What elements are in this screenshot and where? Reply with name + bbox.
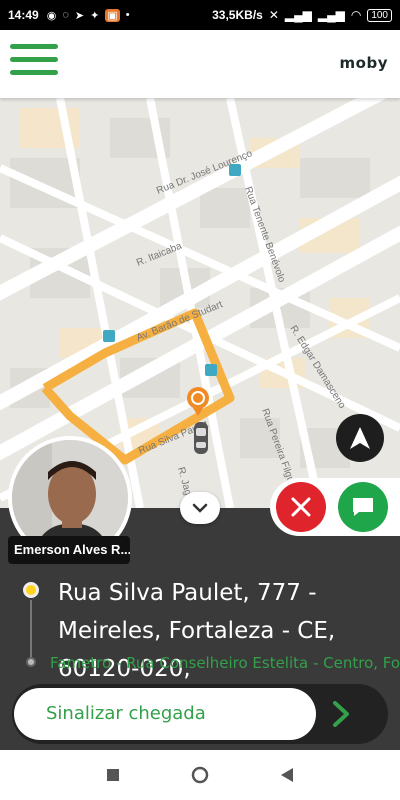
cancel-button[interactable]	[276, 482, 326, 532]
hamburger-icon[interactable]	[10, 44, 58, 84]
wifi-icon: ◠	[350, 8, 362, 22]
origin-marker	[26, 657, 36, 667]
origin-address: Fametro - Rua Conselheiro Estelita - Cen…	[50, 654, 400, 672]
navigation-arrow-icon	[350, 427, 370, 449]
app-bar: moby	[0, 30, 400, 98]
chat-icon	[353, 498, 373, 516]
driver-name: Emerson Alves R...	[8, 536, 130, 564]
location-icon: ➤	[74, 9, 85, 22]
notification-icon: ◉	[46, 9, 57, 22]
signal-icon: ▂▄▆	[284, 8, 312, 22]
close-icon	[291, 497, 311, 517]
signal-icon-2: ▂▄▆	[317, 8, 345, 22]
shield-icon: ◌	[62, 9, 69, 21]
back-icon[interactable]	[280, 767, 294, 783]
navigation-button[interactable]	[336, 414, 384, 462]
settings-icon: ✦	[90, 9, 100, 22]
logo-text: moby	[339, 54, 388, 72]
app-icon: ▣	[105, 8, 120, 22]
status-time: 14:49	[8, 8, 39, 22]
network-speed: 33,5KB/s	[212, 8, 263, 22]
system-nav-bar	[0, 750, 400, 800]
recent-apps-icon[interactable]	[106, 768, 120, 782]
battery-level: 100	[367, 8, 392, 22]
chat-button[interactable]	[338, 482, 388, 532]
app-logo: moby	[340, 54, 388, 72]
signal-arrival-button[interactable]: Sinalizar chegada	[14, 688, 316, 740]
chevron-right-icon	[333, 701, 349, 727]
status-bar: 14:49 ◉ ◌ ➤ ✦ ▣ • 33,5KB/s ✕ ▂▄▆ ▂▄▆ ◠ 1…	[0, 0, 400, 30]
mute-icon: ✕	[268, 8, 279, 22]
home-icon[interactable]	[190, 765, 210, 785]
chevron-down-icon	[192, 503, 208, 513]
destination-marker	[23, 582, 39, 598]
confirm-arrival-button[interactable]	[326, 696, 356, 732]
expand-button[interactable]	[180, 492, 220, 524]
more-icon: •	[125, 9, 130, 21]
route-line	[30, 600, 32, 660]
